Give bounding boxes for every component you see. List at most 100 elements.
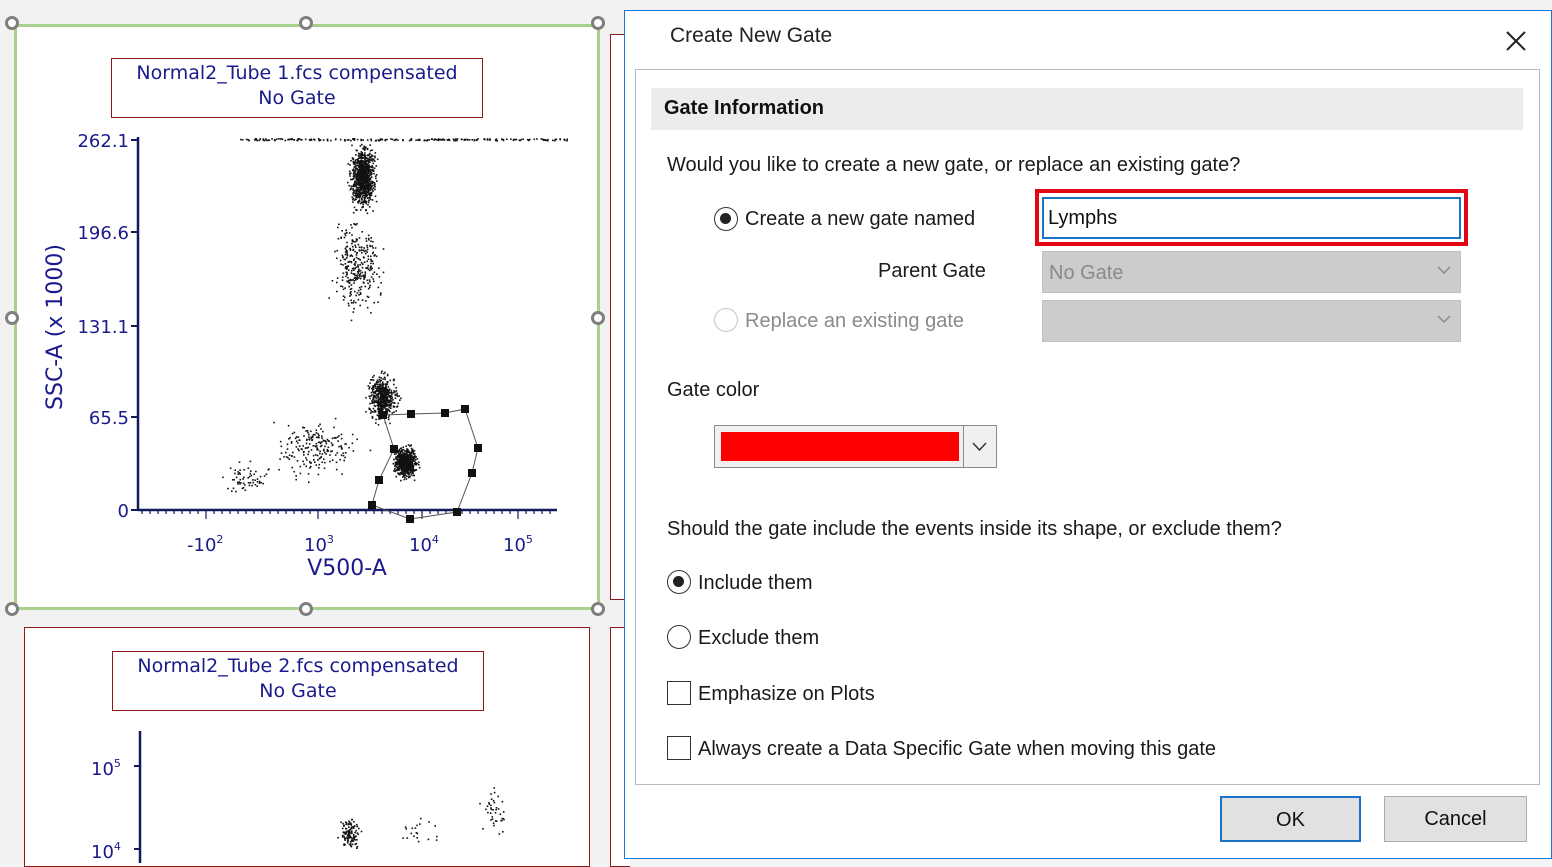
- event-dot: [376, 404, 378, 407]
- event-dot: [506, 138, 508, 141]
- scatter-plot[interactable]: 262.1 196.6 131.1 65.5 0 -102 103 104 10…: [17, 117, 597, 597]
- emphasize-label[interactable]: Emphasize on Plots: [698, 683, 875, 706]
- plot-panel-tube1[interactable]: Normal2_Tube 1.fcs compensated No Gate 2…: [14, 24, 600, 610]
- event-dot: [350, 224, 352, 226]
- event-dot: [348, 835, 351, 838]
- event-dot: [362, 281, 365, 284]
- gate-vertex-handle[interactable]: [453, 508, 461, 516]
- event-dot: [308, 481, 310, 483]
- cancel-button[interactable]: Cancel: [1384, 796, 1527, 842]
- parent-gate-select[interactable]: No Gate: [1042, 251, 1461, 293]
- event-dot: [351, 144, 353, 147]
- resize-handle-top[interactable]: [299, 16, 313, 30]
- event-dot: [484, 138, 486, 141]
- include-radio[interactable]: [667, 570, 691, 594]
- event-dot: [339, 458, 341, 461]
- gate-vertex-handle[interactable]: [390, 445, 398, 453]
- replace-existing-label[interactable]: Replace an existing gate: [745, 310, 964, 333]
- always-create-label[interactable]: Always create a Data Specific Gate when …: [698, 738, 1216, 761]
- close-button[interactable]: [1498, 23, 1534, 59]
- include-label[interactable]: Include them: [698, 572, 813, 595]
- event-dot: [355, 186, 358, 188]
- existing-gate-select[interactable]: [1042, 300, 1461, 342]
- event-dot: [369, 397, 371, 400]
- event-dot: [249, 460, 252, 463]
- event-dot: [376, 273, 378, 275]
- event-dot: [335, 468, 338, 471]
- event-dot: [296, 139, 299, 142]
- event-dot: [347, 181, 349, 184]
- resize-handle-right[interactable]: [591, 311, 605, 325]
- ok-button[interactable]: OK: [1220, 796, 1361, 842]
- event-dot: [347, 163, 350, 165]
- event-dot: [362, 154, 365, 156]
- event-dot: [358, 155, 361, 158]
- emphasize-checkbox[interactable]: [667, 681, 691, 705]
- event-dot: [375, 165, 378, 167]
- event-dot: [404, 826, 407, 828]
- event-dot: [404, 452, 406, 455]
- resize-handle-top-right[interactable]: [591, 16, 605, 30]
- event-dot: [351, 226, 353, 229]
- x-tick-label: 104: [409, 533, 439, 556]
- event-dot: [351, 433, 354, 436]
- event-dot: [274, 139, 276, 142]
- event-dot: [406, 837, 409, 839]
- resize-handle-bottom-right[interactable]: [591, 602, 605, 616]
- event-dot: [436, 835, 438, 838]
- resize-handle-bottom[interactable]: [299, 602, 313, 616]
- event-dot: [375, 401, 377, 404]
- resize-handle-left[interactable]: [5, 311, 19, 325]
- exclude-label[interactable]: Exclude them: [698, 627, 819, 650]
- gate-vertex-handle[interactable]: [368, 501, 376, 509]
- gate-vertex-handle[interactable]: [407, 410, 415, 418]
- gate-color-select[interactable]: [714, 425, 997, 468]
- plot-panel-tube2[interactable]: Normal2_Tube 2.fcs compensated No Gate 1…: [24, 627, 590, 867]
- replace-existing-radio[interactable]: [714, 308, 738, 332]
- event-dot: [362, 203, 365, 205]
- event-dot: [380, 394, 383, 397]
- event-dot: [393, 402, 396, 404]
- event-dot: [310, 437, 312, 440]
- scatter-plot[interactable]: 105 104: [25, 723, 591, 863]
- event-dot: [402, 446, 405, 448]
- gate-vertex-handle[interactable]: [379, 411, 387, 419]
- gate-vertex-handle[interactable]: [441, 409, 449, 417]
- event-dot: [361, 181, 364, 183]
- event-dot: [361, 271, 364, 274]
- gate-vertex-handle[interactable]: [461, 405, 469, 413]
- event-dot: [330, 450, 332, 453]
- event-dot: [355, 161, 358, 164]
- event-dot: [401, 449, 403, 452]
- resize-handle-top-left[interactable]: [5, 16, 19, 30]
- gate-polygon[interactable]: [371, 408, 479, 520]
- event-dot: [350, 139, 352, 142]
- event-dot: [406, 463, 409, 466]
- event-dot: [366, 194, 368, 196]
- resize-handle-bottom-left[interactable]: [5, 602, 19, 616]
- event-dot: [353, 300, 355, 302]
- event-dot: [361, 251, 363, 254]
- event-dot: [239, 478, 242, 481]
- event-dot: [339, 259, 342, 262]
- create-new-label[interactable]: Create a new gate named: [745, 208, 975, 231]
- event-dot: [363, 199, 366, 201]
- event-dot: [296, 460, 299, 462]
- event-dot: [314, 433, 316, 436]
- event-dot: [382, 400, 385, 403]
- gate-vertex-handle[interactable]: [406, 515, 414, 523]
- gate-color-dropdown-button[interactable]: [963, 426, 996, 467]
- event-dot: [369, 284, 371, 287]
- gate-name-input[interactable]: [1042, 197, 1461, 239]
- gate-vertex-handle[interactable]: [375, 476, 383, 484]
- event-dot: [479, 802, 481, 805]
- y-axis-label[interactable]: SSC-A (x 1000): [43, 244, 68, 410]
- always-create-checkbox[interactable]: [667, 736, 691, 760]
- create-new-radio[interactable]: [714, 207, 738, 231]
- x-axis-label[interactable]: V500-A: [307, 556, 387, 581]
- event-dot: [344, 232, 346, 235]
- exclude-radio[interactable]: [667, 625, 691, 649]
- gate-vertex-handle[interactable]: [474, 444, 482, 452]
- gate-vertex-handle[interactable]: [468, 469, 476, 477]
- event-dot: [405, 478, 408, 480]
